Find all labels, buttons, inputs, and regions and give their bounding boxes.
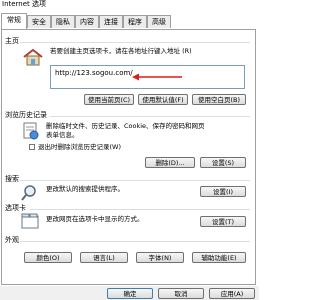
homepage-url-value: http://123.sogou.com/ — [55, 69, 133, 77]
tab-programs[interactable]: 程序 — [123, 15, 147, 28]
tab-general[interactable]: 常规 — [1, 13, 27, 29]
use-current-button[interactable]: 使用当前页(C) — [84, 94, 134, 105]
appearance-section-label: 外观 — [5, 236, 19, 244]
use-blank-button[interactable]: 使用空白页(B) — [192, 94, 246, 105]
colors-button[interactable]: 颜色(O) — [24, 252, 72, 263]
ok-button[interactable]: 确定 — [107, 288, 153, 299]
tabs-description: 更改网页在选项卡中显示的方式。 — [46, 215, 144, 223]
search-section-label: 搜索 — [5, 175, 19, 183]
divider — [30, 209, 250, 210]
title-bar: Internet 选项 — [0, 0, 259, 9]
tabs-section-label: 选项卡 — [5, 204, 26, 212]
divider — [20, 180, 250, 181]
cancel-button[interactable]: 取消 — [158, 288, 204, 299]
delete-history-button[interactable]: 删除(D)... — [145, 157, 195, 168]
house-icon — [23, 48, 43, 66]
tab-privacy[interactable]: 隐私 — [51, 15, 75, 28]
tabs-settings-button[interactable]: 设置(T) — [200, 216, 246, 227]
tab-content[interactable]: 内容 — [75, 15, 99, 28]
use-default-button[interactable]: 使用默认值(F) — [138, 94, 188, 105]
history-description-line1: 删除临时文件、历史记录、Cookie、保存的密码和网页 — [46, 122, 205, 130]
tabs-window-icon — [21, 213, 39, 229]
history-settings-button[interactable]: 设置(S) — [200, 157, 246, 168]
fonts-button[interactable]: 字体(N) — [136, 252, 184, 263]
dialog-footer: 确定 取消 应用(A) — [0, 286, 259, 300]
tab-security[interactable]: 安全 — [27, 15, 51, 28]
window-title: Internet 选项 — [2, 0, 47, 8]
search-settings-button[interactable]: 设置(I) — [200, 186, 246, 197]
divider — [20, 241, 250, 242]
apply-button[interactable]: 应用(A) — [209, 288, 255, 299]
tab-advanced[interactable]: 高级 — [147, 15, 171, 28]
tab-connections[interactable]: 连接 — [99, 15, 123, 28]
history-description-line2: 表单信息。 — [46, 131, 79, 139]
divider — [50, 116, 250, 117]
homepage-description: 若要创建主页选项卡，请在各地址行键入地址 (R) — [50, 47, 192, 55]
languages-button[interactable]: 语言(L) — [80, 252, 128, 263]
divider — [20, 42, 250, 43]
accessibility-button[interactable]: 辅助功能(E) — [192, 252, 246, 263]
history-document-icon — [23, 122, 39, 140]
search-description: 更改默认的搜索提供程序。 — [46, 185, 124, 193]
delete-on-exit-label: 退出时删除浏览历史记录(W) — [38, 143, 121, 151]
magnifier-icon — [21, 185, 36, 201]
general-panel: 主页 若要创建主页选项卡，请在各地址行键入地址 (R) http://123.s… — [1, 29, 256, 285]
homepage-section-label: 主页 — [5, 37, 19, 45]
history-section-label: 浏览历史记录 — [5, 111, 47, 119]
delete-on-exit-checkbox[interactable] — [29, 144, 35, 150]
red-arrow-icon — [132, 73, 182, 81]
